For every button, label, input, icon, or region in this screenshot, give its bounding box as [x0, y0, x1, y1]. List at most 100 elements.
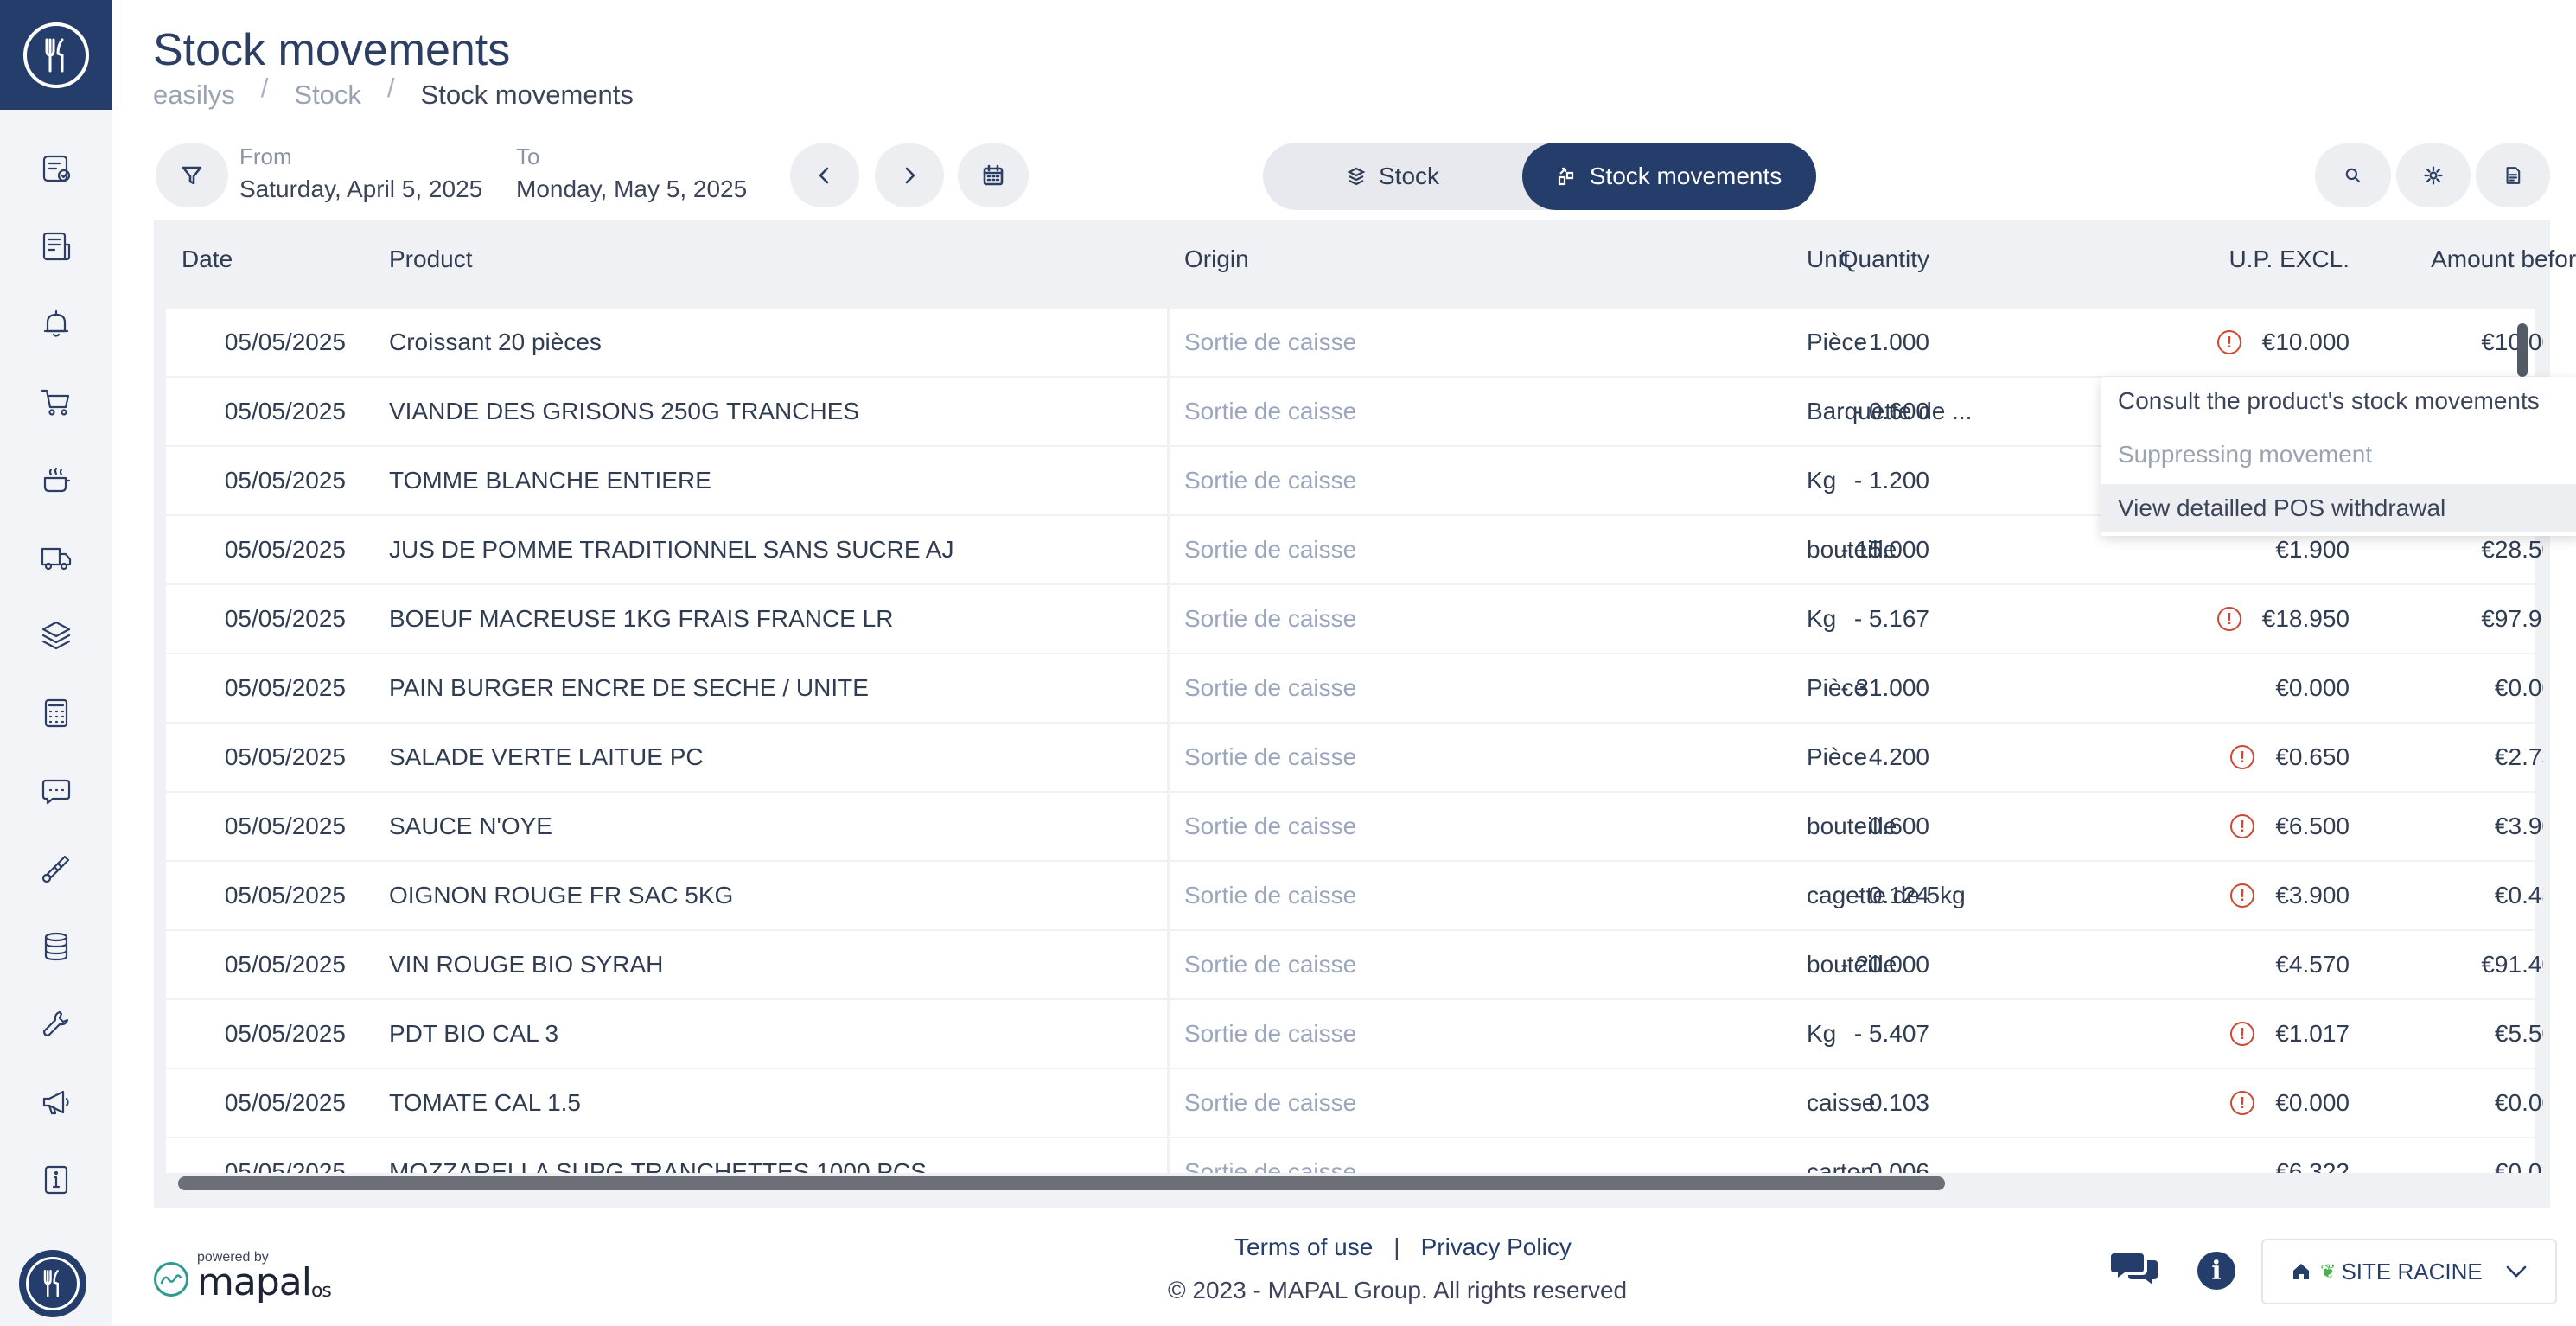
cell-unit: carton [1807, 1158, 1874, 1173]
date-from[interactable]: From Saturday, April 5, 2025 [239, 143, 482, 203]
warning-icon[interactable]: ! [2230, 1022, 2254, 1046]
warning-icon[interactable]: ! [2230, 814, 2254, 838]
table-row[interactable]: 05/05/2025 BOEUF MACREUSE 1KG FRAIS FRANC… [166, 585, 2543, 653]
table-row[interactable]: 05/05/2025 OIGNON ROUGE FR SAC 5KG Sortie … [166, 862, 2543, 929]
breadcrumb-stock[interactable]: Stock [294, 80, 361, 111]
column-divider [1167, 724, 1170, 791]
settings-button[interactable] [2396, 143, 2471, 207]
tab-stock[interactable]: Stock [1263, 143, 1522, 210]
info-icon[interactable]: i [2197, 1252, 2235, 1290]
column-unit[interactable]: Unit [1807, 245, 1850, 273]
cell-amount: €3.90 [2494, 813, 2543, 839]
sidebar-item-deliveries[interactable] [0, 519, 112, 596]
cell-origin[interactable]: Sortie de caisse [1184, 654, 1530, 722]
table-row[interactable]: 05/05/2025 PAIN BURGER ENCRE DE SECHE / U… [166, 654, 2543, 722]
cell-unit: Barquette de ... [1807, 398, 1973, 424]
footer-separator: | [1393, 1234, 1400, 1260]
terms-link[interactable]: Terms of use [1234, 1234, 1373, 1261]
horizontal-scrollbar[interactable] [178, 1176, 1945, 1190]
table-row[interactable]: 05/05/2025 TOMATE CAL 1.5 Sortie de caisse… [166, 1069, 2543, 1137]
copyright: © 2023 - MAPAL Group. All rights reserve… [1168, 1277, 1628, 1304]
cell-origin[interactable]: Sortie de caisse [1184, 724, 1530, 791]
sidebar-item-tasks[interactable] [0, 130, 112, 207]
cell-origin[interactable]: Sortie de caisse [1184, 309, 1530, 376]
account-avatar[interactable] [19, 1250, 86, 1317]
sidebar-item-announcements[interactable] [0, 1063, 112, 1141]
table-row[interactable]: 05/05/2025 MOZZARELLA SUPG TRANCHETTES 10… [166, 1138, 2543, 1173]
breadcrumb-easilys[interactable]: easilys [153, 80, 235, 111]
thermometer-icon [41, 855, 70, 883]
table-row[interactable]: 05/05/2025 SALADE VERTE LAITUE PC Sortie d… [166, 724, 2543, 791]
calendar-button[interactable] [958, 143, 1029, 207]
menu-item-view-pos-withdrawal[interactable]: View detailled POS withdrawal [2101, 484, 2576, 532]
cell-date: 05/05/2025 [224, 398, 346, 424]
breadcrumb-separator: / [260, 73, 269, 103]
cell-product: SALADE VERTE LAITUE PC [389, 743, 704, 770]
cell-date: 05/05/2025 [224, 605, 346, 632]
cell-unit: Kg [1807, 605, 1837, 632]
date-to[interactable]: To Monday, May 5, 2025 [516, 143, 747, 203]
sidebar-item-accounting[interactable] [0, 674, 112, 752]
sidebar-item-alerts[interactable] [0, 285, 112, 363]
previous-period-button[interactable] [790, 143, 859, 207]
sidebar-item-haccp[interactable] [0, 830, 112, 908]
table-row[interactable]: 05/05/2025 PDT BIO CAL 3 Sortie de caisse -… [166, 1000, 2543, 1068]
column-product[interactable]: Product [389, 245, 473, 273]
cell-origin[interactable]: Sortie de caisse [1184, 1138, 1530, 1173]
app-logo[interactable] [0, 0, 112, 110]
support-chat-icon[interactable] [2111, 1250, 2158, 1288]
site-selector[interactable]: ❦ SITE RACINE [2261, 1239, 2557, 1304]
footer-links: Terms of use | Privacy Policy [1234, 1234, 1572, 1261]
table-row[interactable]: 05/05/2025 Croissant 20 pièces Sortie de c… [166, 309, 2543, 376]
cell-origin[interactable]: Sortie de caisse [1184, 1069, 1530, 1137]
table-row[interactable]: 05/05/2025 SAUCE N'OYE Sortie de caisse - 0… [166, 793, 2543, 860]
privacy-link[interactable]: Privacy Policy [1421, 1234, 1572, 1261]
search-button[interactable] [2315, 143, 2391, 207]
warning-icon[interactable]: ! [2217, 607, 2241, 631]
sidebar-item-production[interactable] [0, 441, 112, 519]
sidebar-item-invoices[interactable] [0, 207, 112, 285]
export-document-icon [2506, 167, 2521, 184]
mapal-logo-icon [154, 1262, 188, 1297]
column-amount[interactable]: Amount befor... [2222, 245, 2576, 273]
site-name: SITE RACINE [2341, 1258, 2483, 1285]
cell-product: JUS DE POMME TRADITIONNEL SANS SUCRE AJ [389, 536, 954, 563]
tab-stock-movements[interactable]: Stock movements [1522, 143, 1816, 210]
cell-origin[interactable]: Sortie de caisse [1184, 378, 1530, 445]
cell-origin[interactable]: Sortie de caisse [1184, 931, 1530, 998]
sidebar-item-messages[interactable] [0, 752, 112, 830]
cell-origin[interactable]: Sortie de caisse [1184, 585, 1530, 653]
cell-origin[interactable]: Sortie de caisse [1184, 1000, 1530, 1068]
column-origin[interactable]: Origin [1184, 245, 1249, 273]
table-row[interactable]: 05/05/2025 VIN ROUGE BIO SYRAH Sortie de c… [166, 931, 2543, 998]
column-date[interactable]: Date [182, 245, 233, 273]
sidebar-item-stock[interactable] [0, 596, 112, 674]
next-period-button[interactable] [875, 143, 944, 207]
warning-icon[interactable]: ! [2230, 883, 2254, 908]
warning-icon[interactable]: ! [2217, 330, 2241, 354]
cell-origin[interactable]: Sortie de caisse [1184, 862, 1530, 929]
breadcrumb-current: Stock movements [420, 80, 634, 110]
cell-unit: cagette de 5kg [1807, 882, 1966, 908]
cell-origin[interactable]: Sortie de caisse [1184, 516, 1530, 583]
menu-item-consult-stock-movements[interactable]: Consult the product's stock movements [2101, 377, 2576, 425]
export-button[interactable] [2476, 143, 2550, 207]
megaphone-icon [42, 1090, 69, 1115]
cell-date: 05/05/2025 [224, 467, 346, 494]
warning-icon[interactable]: ! [2230, 745, 2254, 769]
column-divider [1167, 793, 1170, 860]
sidebar-item-help[interactable] [0, 1141, 112, 1219]
vertical-scrollbar[interactable] [2517, 323, 2528, 377]
invoice-icon [42, 232, 71, 261]
sidebar-item-settings[interactable] [0, 985, 112, 1063]
warning-icon[interactable]: ! [2230, 1091, 2254, 1115]
cell-amount: €91.40 [2481, 951, 2543, 978]
column-quantity[interactable]: Quantity [1679, 245, 1929, 273]
sidebar-item-data[interactable] [0, 908, 112, 985]
cell-origin[interactable]: Sortie de caisse [1184, 447, 1530, 514]
column-divider [1167, 447, 1170, 514]
column-divider [1167, 1069, 1170, 1137]
sidebar-item-orders[interactable] [0, 363, 112, 441]
filter-button[interactable] [156, 143, 228, 207]
cell-origin[interactable]: Sortie de caisse [1184, 793, 1530, 860]
